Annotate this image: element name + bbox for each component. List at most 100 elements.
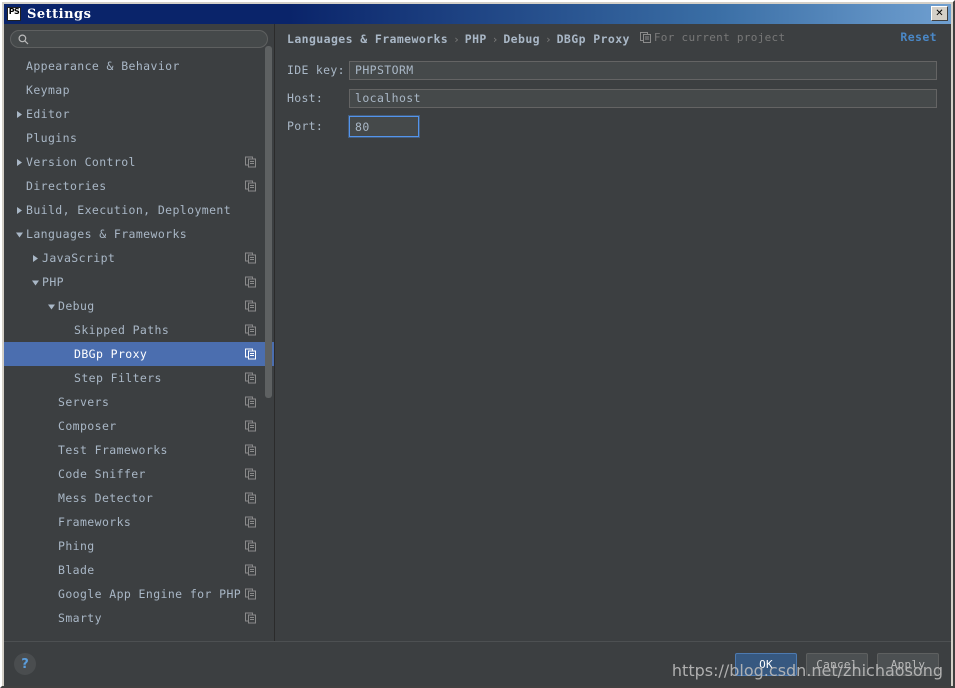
- dialog-button-group: OK Cancel Apply: [735, 652, 939, 676]
- project-scope-icon: [245, 444, 256, 456]
- sidebar-item-php[interactable]: PHP: [4, 270, 274, 294]
- project-scope-icon: [245, 324, 256, 336]
- sidebar-item-composer[interactable]: Composer: [4, 414, 274, 438]
- window-title: Settings: [27, 6, 92, 22]
- sidebar-item-label: Composer: [58, 419, 117, 433]
- dialog-client-area: Appearance & Behavior Keymap Editor Plugins…: [4, 24, 951, 686]
- sidebar-item-mess-detector[interactable]: Mess Detector: [4, 486, 274, 510]
- breadcrumb-item: Debug: [503, 31, 540, 46]
- project-scope-icon: [245, 252, 256, 264]
- sidebar-item-label: Google App Engine for PHP: [58, 587, 242, 601]
- sidebar-item-code-sniffer[interactable]: Code Sniffer: [4, 462, 274, 486]
- form-row-port: Port:: [287, 112, 937, 140]
- sidebar-item-test-frameworks[interactable]: Test Frameworks: [4, 438, 274, 462]
- project-scope-icon: [245, 348, 256, 360]
- sidebar-item-label: Smarty: [58, 611, 102, 625]
- search-input[interactable]: [29, 31, 267, 47]
- sidebar-item-label: Debug: [58, 299, 95, 313]
- sidebar-item-appearance-behavior[interactable]: Appearance & Behavior: [4, 54, 274, 78]
- port-input-wrapper: [349, 116, 419, 137]
- sidebar-item-skipped-paths[interactable]: Skipped Paths: [4, 318, 274, 342]
- breadcrumb: Languages & Frameworks › PHP › Debug › DBGp Pr…: [275, 24, 951, 50]
- sidebar-item-label: Languages & Frameworks: [26, 227, 188, 241]
- sidebar-item-frameworks[interactable]: Frameworks: [4, 510, 274, 534]
- breadcrumb-separator: ›: [544, 32, 552, 46]
- settings-sidebar: Appearance & Behavior Keymap Editor Plugins…: [4, 24, 275, 641]
- breadcrumb-item: PHP: [464, 31, 487, 46]
- project-scope-icon: [245, 516, 256, 528]
- scope-note-label: For current project: [653, 30, 786, 44]
- sidebar-item-label: Step Filters: [74, 371, 162, 385]
- sidebar-item-servers[interactable]: Servers: [4, 390, 274, 414]
- search-field[interactable]: [10, 30, 268, 48]
- cancel-button[interactable]: Cancel: [806, 652, 868, 676]
- chevron-right-icon[interactable]: [12, 158, 26, 167]
- chevron-down-icon[interactable]: [12, 230, 26, 239]
- ok-button[interactable]: OK: [735, 652, 797, 676]
- sidebar-item-languages-frameworks[interactable]: Languages & Frameworks: [4, 222, 274, 246]
- breadcrumb-item: DBGp Proxy: [556, 31, 630, 46]
- sidebar-item-label: DBGp Proxy: [74, 347, 148, 361]
- sidebar-item-dbgp-proxy[interactable]: DBGp Proxy: [4, 342, 274, 366]
- sidebar-item-label: Blade: [58, 563, 95, 577]
- settings-tree: Appearance & Behavior Keymap Editor Plugins…: [4, 52, 274, 641]
- chevron-right-icon[interactable]: [12, 110, 26, 119]
- sidebar-item-debug[interactable]: Debug: [4, 294, 274, 318]
- breadcrumb-item: Languages & Frameworks: [287, 31, 449, 46]
- project-scope-icon: [245, 492, 256, 504]
- phpstorm-icon: [7, 7, 21, 21]
- project-scope-icon: [245, 588, 256, 600]
- sidebar-item-editor[interactable]: Editor: [4, 102, 274, 126]
- port-input[interactable]: [349, 116, 419, 137]
- sidebar-item-label: Plugins: [26, 131, 78, 145]
- project-scope-icon: [245, 612, 256, 624]
- form-row-ide-key: IDE key:: [287, 56, 937, 84]
- sidebar-item-label: Test Frameworks: [58, 443, 168, 457]
- dialog-footer: ? OK Cancel Apply https://blog.csdn.net/zh…: [4, 641, 951, 686]
- close-icon[interactable]: ✕: [931, 6, 948, 21]
- sidebar-item-label: Frameworks: [58, 515, 132, 529]
- project-scope-icon: [245, 276, 256, 288]
- chevron-down-icon[interactable]: [28, 278, 42, 287]
- sidebar-item-label: Appearance & Behavior: [26, 59, 180, 73]
- host-input[interactable]: [349, 88, 937, 108]
- project-scope-icon: [245, 156, 256, 168]
- ide-key-input[interactable]: [349, 60, 937, 80]
- chevron-right-icon[interactable]: [28, 254, 42, 263]
- project-scope-icon: [245, 180, 256, 192]
- sidebar-item-plugins[interactable]: Plugins: [4, 126, 274, 150]
- sidebar-item-label: Version Control: [26, 155, 136, 169]
- sidebar-item-google-app-engine-for-php[interactable]: Google App Engine for PHP: [4, 582, 274, 606]
- sidebar-item-version-control[interactable]: Version Control: [4, 150, 274, 174]
- settings-window: Settings ✕ Appeara: [0, 0, 955, 688]
- reset-link[interactable]: Reset: [900, 30, 937, 44]
- sidebar-item-label: Editor: [26, 107, 70, 121]
- sidebar-item-blade[interactable]: Blade: [4, 558, 274, 582]
- sidebar-item-label: PHP: [42, 275, 64, 289]
- question-mark-icon[interactable]: ?: [14, 653, 36, 675]
- chevron-right-icon[interactable]: [12, 206, 26, 215]
- project-scope-icon: [639, 28, 651, 47]
- dialog-body: Appearance & Behavior Keymap Editor Plugins…: [4, 24, 951, 641]
- sidebar-item-build-execution-deployment[interactable]: Build, Execution, Deployment: [4, 198, 274, 222]
- project-scope-icon: [245, 300, 256, 312]
- sidebar-item-javascript[interactable]: JavaScript: [4, 246, 274, 270]
- sidebar-item-directories[interactable]: Directories: [4, 174, 274, 198]
- host-label: Host:: [287, 91, 324, 105]
- sidebar-item-keymap[interactable]: Keymap: [4, 78, 274, 102]
- project-scope-icon: [245, 372, 256, 384]
- chevron-down-icon[interactable]: [44, 302, 58, 311]
- sidebar-item-smarty[interactable]: Smarty: [4, 606, 274, 630]
- port-label: Port:: [287, 119, 324, 133]
- ide-key-label: IDE key:: [287, 63, 345, 77]
- sidebar-item-label: Servers: [58, 395, 110, 409]
- project-scope-icon: [245, 396, 256, 408]
- apply-button[interactable]: Apply: [877, 652, 939, 676]
- title-bar: Settings ✕: [4, 4, 951, 24]
- sidebar-scrollbar[interactable]: [265, 46, 272, 398]
- project-scope-icon: [245, 540, 256, 552]
- project-scope-icon: [245, 468, 256, 480]
- breadcrumb-separator: ›: [491, 32, 499, 46]
- sidebar-item-phing[interactable]: Phing: [4, 534, 274, 558]
- sidebar-item-step-filters[interactable]: Step Filters: [4, 366, 274, 390]
